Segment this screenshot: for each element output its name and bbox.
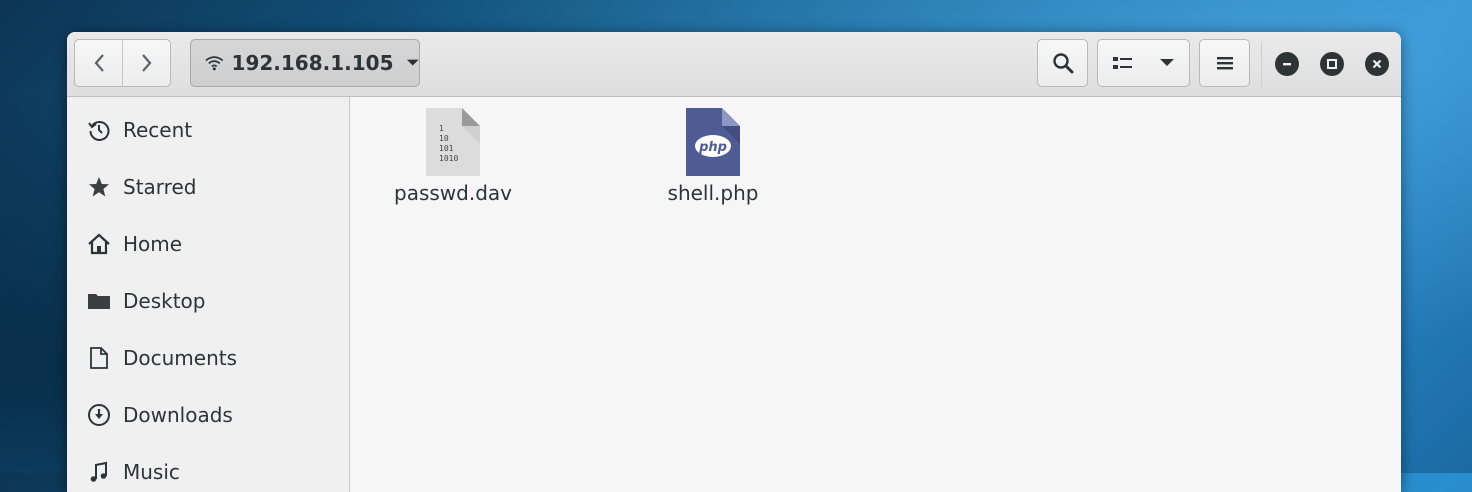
sidebar-item-label: Desktop (123, 289, 206, 313)
maximize-button[interactable] (1320, 52, 1344, 76)
hamburger-menu-icon (1216, 57, 1233, 70)
forward-button[interactable] (123, 40, 170, 86)
wifi-icon (205, 56, 224, 71)
svg-text:101: 101 (439, 144, 454, 153)
star-icon (87, 175, 111, 199)
svg-text:php: php (698, 140, 727, 155)
location-path-button[interactable]: 192.168.1.105 (190, 39, 420, 87)
sidebar-item-starred[interactable]: Starred (67, 162, 349, 212)
file-view: 1 10 101 1010 passwd.dav php shell.php (350, 97, 1401, 492)
file-item-passwd-dav[interactable]: 1 10 101 1010 passwd.dav (388, 105, 518, 215)
header-bar: 192.168.1.105 (67, 32, 1401, 97)
maximize-icon (1327, 59, 1337, 69)
download-icon (87, 403, 111, 427)
minimize-icon (1283, 63, 1291, 66)
svg-text:10: 10 (439, 134, 449, 143)
recent-icon (87, 118, 111, 142)
file-manager-window: 192.168.1.105 Recent Starred Home Deskto… (67, 32, 1401, 492)
dropdown-arrow-icon (406, 59, 419, 66)
location-label: 192.168.1.105 (231, 51, 394, 75)
php-file-icon: php (686, 108, 740, 176)
binary-file-icon: 1 10 101 1010 (426, 108, 480, 176)
svg-text:1010: 1010 (439, 154, 458, 163)
file-name: passwd.dav (394, 181, 512, 205)
search-button[interactable] (1037, 39, 1088, 87)
document-icon (87, 346, 111, 370)
sidebar-item-recent[interactable]: Recent (67, 105, 349, 155)
sidebar-item-label: Downloads (123, 403, 233, 427)
sidebar-item-desktop[interactable]: Desktop (67, 276, 349, 326)
folder-icon (87, 289, 111, 313)
sidebar-item-downloads[interactable]: Downloads (67, 390, 349, 440)
sidebar-item-label: Documents (123, 346, 238, 370)
file-item-shell-php[interactable]: php shell.php (648, 105, 778, 215)
svg-text:1: 1 (439, 124, 444, 133)
chevron-right-icon (141, 54, 151, 72)
navigation-buttons (74, 39, 171, 87)
main-menu-button[interactable] (1199, 39, 1250, 87)
close-icon (1372, 59, 1382, 69)
sidebar-item-label: Home (123, 232, 183, 256)
sidebar-item-home[interactable]: Home (67, 219, 349, 269)
sidebar-item-label: Starred (123, 175, 197, 199)
headerbar-separator (1261, 42, 1262, 86)
close-button[interactable] (1365, 52, 1389, 76)
view-options-button[interactable] (1097, 39, 1190, 87)
home-icon (87, 232, 111, 256)
dropdown-arrow-icon (1160, 59, 1174, 66)
file-name: shell.php (667, 181, 759, 205)
search-icon (1052, 53, 1073, 74)
minimize-button[interactable] (1275, 52, 1299, 76)
sidebar-item-label: Music (123, 460, 180, 484)
music-icon (87, 460, 111, 484)
back-button[interactable] (75, 40, 122, 86)
sidebar-item-label: Recent (123, 118, 193, 142)
sidebar-item-music[interactable]: Music (67, 447, 349, 492)
chevron-left-icon (94, 54, 104, 72)
list-view-icon (1113, 57, 1132, 69)
sidebar-item-documents[interactable]: Documents (67, 333, 349, 383)
places-sidebar: Recent Starred Home Desktop Documents Do… (67, 97, 350, 492)
